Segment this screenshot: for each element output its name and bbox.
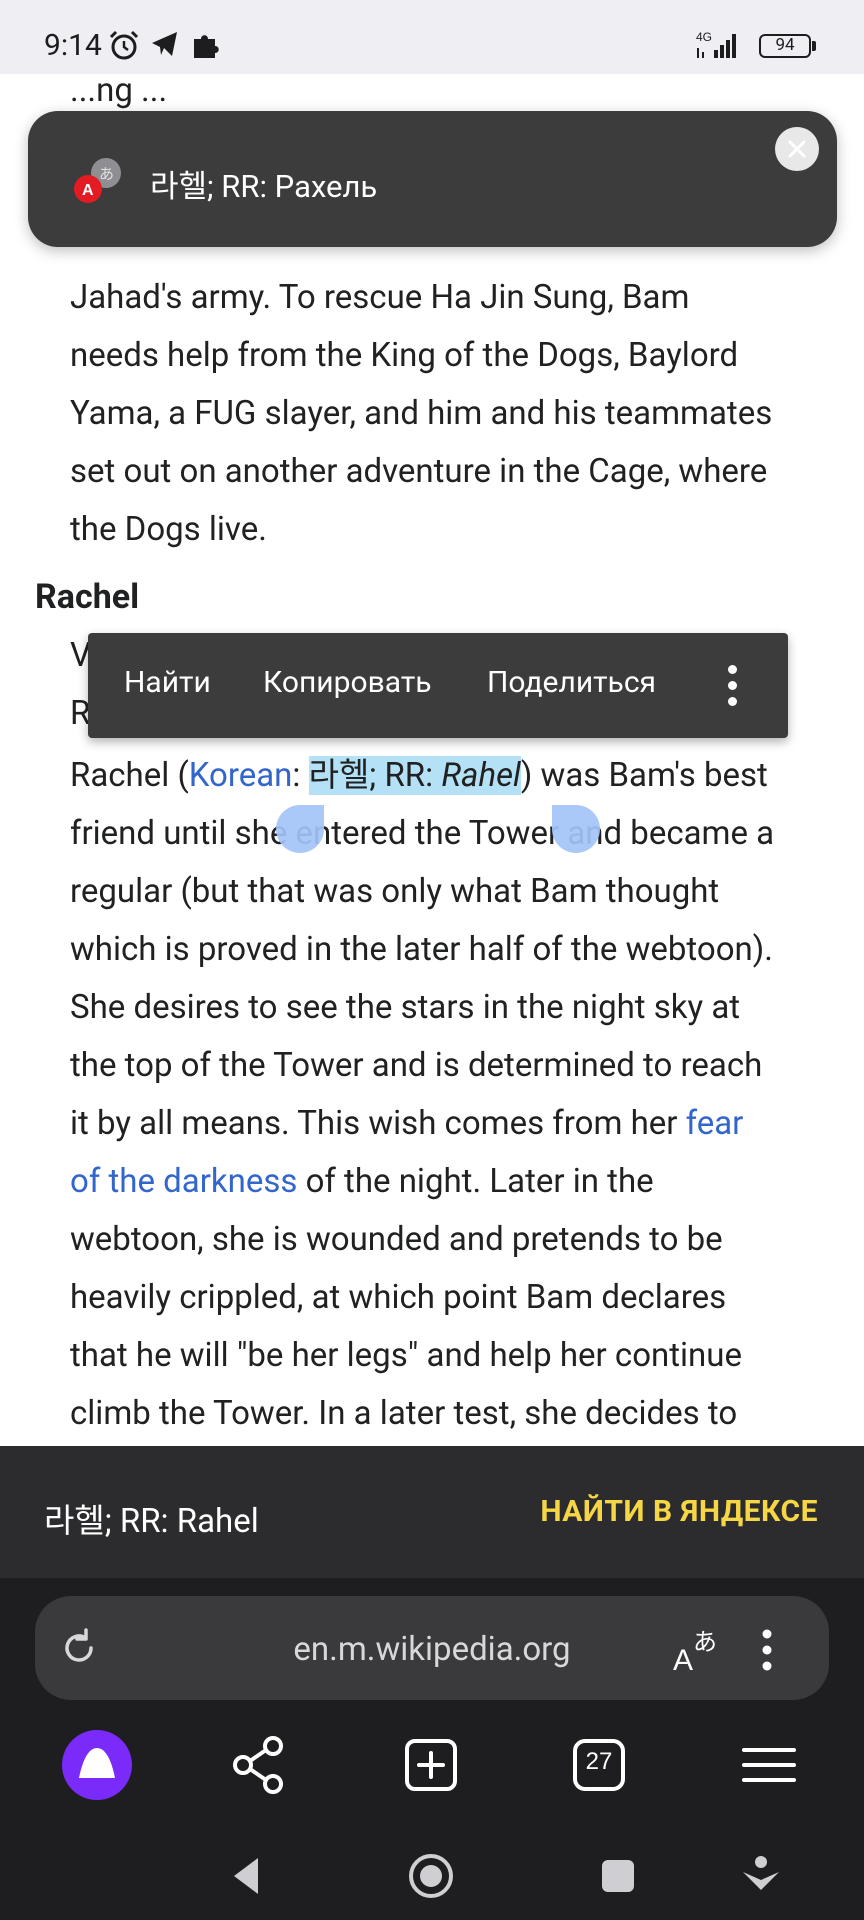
text-line: regular (but that was only what Bam thou… (70, 872, 720, 911)
svg-text:A: A (673, 1644, 693, 1676)
menu-item-share[interactable]: Поделиться (487, 665, 656, 700)
alarm-icon (109, 30, 139, 60)
selected-text-italic: Rahel (441, 756, 521, 795)
text-line: which is proved in the later half of the… (70, 930, 773, 969)
text-line: heavily crippled, at which point Bam dec… (70, 1278, 727, 1317)
svg-text:あ: あ (99, 165, 114, 183)
back-nav-icon[interactable] (222, 1850, 274, 1902)
selection-handle-start[interactable] (276, 805, 324, 853)
text-line: Yama, a FUG slayer, and him and his team… (70, 394, 773, 433)
telegram-icon (152, 32, 177, 56)
search-suggestion-bar: 라헬; RR: Rahel НАЙТИ В ЯНДЕКСЕ (0, 1446, 864, 1578)
selection-handle-end[interactable] (552, 805, 600, 853)
svg-text:あ: あ (693, 1628, 717, 1656)
home-nav-icon[interactable] (405, 1850, 457, 1902)
menu-item-find[interactable]: Найти (124, 665, 211, 700)
link-korean[interactable]: Korean (189, 756, 293, 795)
accessibility-nav-icon[interactable] (735, 1850, 787, 1902)
clock: 9:14 (44, 28, 102, 63)
link-fear-of-darkness-cont[interactable]: of the darkness (70, 1162, 297, 1201)
selected-text-hangul: 라헬; RR: (308, 756, 442, 795)
selection-context-menu: Найти Копировать Поделиться (88, 633, 788, 738)
menu-item-copy[interactable]: Копировать (263, 665, 432, 700)
address-bar[interactable]: en.m.wikipedia.org A あ (35, 1596, 829, 1700)
extension-icon (194, 35, 219, 58)
text-line: Jahad's army. To rescue Ha Jin Sung, Bam (70, 278, 690, 317)
recents-nav-icon[interactable] (592, 1850, 644, 1902)
text-segment: of the night. Later in the (297, 1162, 654, 1201)
text-line: friend until she entered the Tower and b… (70, 814, 775, 853)
text-line: She desires to see the stars in the nigh… (70, 988, 741, 1027)
new-tab-icon[interactable] (396, 1730, 466, 1800)
tabs-button[interactable]: 27 (564, 1730, 634, 1800)
text-segment: ) was Bam's best (520, 756, 768, 795)
translate-page-icon[interactable]: A あ (671, 1624, 723, 1676)
signal-4g-icon: 4G (696, 30, 736, 58)
text-segment: : (292, 756, 309, 795)
menu-kebab-icon[interactable] (757, 1624, 777, 1676)
hamburger-menu-icon[interactable] (734, 1730, 804, 1800)
battery-indicator: 94 (759, 34, 816, 58)
selected-query-text: 라헬; RR: Rahel (44, 1502, 259, 1541)
text-line: the top of the Tower and is determined t… (70, 1046, 763, 1085)
text-segment: it by all means. This wish comes from he… (70, 1104, 686, 1143)
translation-toast: あ A 라헬; RR: Рахель (28, 111, 837, 247)
tabs-count: 27 (585, 1748, 613, 1775)
text-line: needs help from the King of the Dogs, Ba… (70, 336, 739, 375)
text-line: the Dogs live. (70, 510, 267, 549)
toast-close-button[interactable] (775, 127, 819, 171)
svg-text:A: A (82, 182, 94, 199)
paragraph-dogs: Jahad's army. To rescue Ha Jin Sung, Bam… (70, 269, 840, 559)
article-content[interactable]: ...ng ... Jahad's army. To rescue Ha Jin… (0, 74, 864, 1446)
selected-text[interactable]: 라헬; RR: Rahel (308, 756, 521, 795)
browser-toolbar: en.m.wikipedia.org A あ 27 (0, 1578, 864, 1920)
text-line: set out on another adventure in the Cage… (70, 452, 768, 491)
svg-text:4G: 4G (696, 30, 712, 44)
section-heading-rachel: Rachel (35, 577, 140, 617)
paragraph-rachel: Rachel (Korean: 라헬; RR: Rahel) was Bam's… (70, 747, 840, 1443)
link-fear-of-darkness[interactable]: fear (686, 1104, 744, 1143)
translate-icon: あ A (74, 158, 121, 203)
text-line: climb the Tower. In a later test, she de… (70, 1394, 738, 1433)
alice-assistant-icon[interactable] (60, 1728, 134, 1802)
close-icon (788, 140, 806, 158)
translation-text: 라헬; RR: Рахель (150, 168, 378, 205)
search-in-yandex-button[interactable]: НАЙТИ В ЯНДЕКСЕ (540, 1494, 818, 1529)
text-line: that he will "be her legs" and help her … (70, 1336, 742, 1375)
text-line: webtoon, she is wounded and pretends to … (70, 1220, 723, 1259)
more-options-icon[interactable] (728, 665, 738, 706)
share-icon[interactable] (225, 1730, 295, 1800)
text-segment: Rachel ( (70, 756, 189, 795)
status-bar: 9:14 4G 94 (0, 0, 864, 74)
